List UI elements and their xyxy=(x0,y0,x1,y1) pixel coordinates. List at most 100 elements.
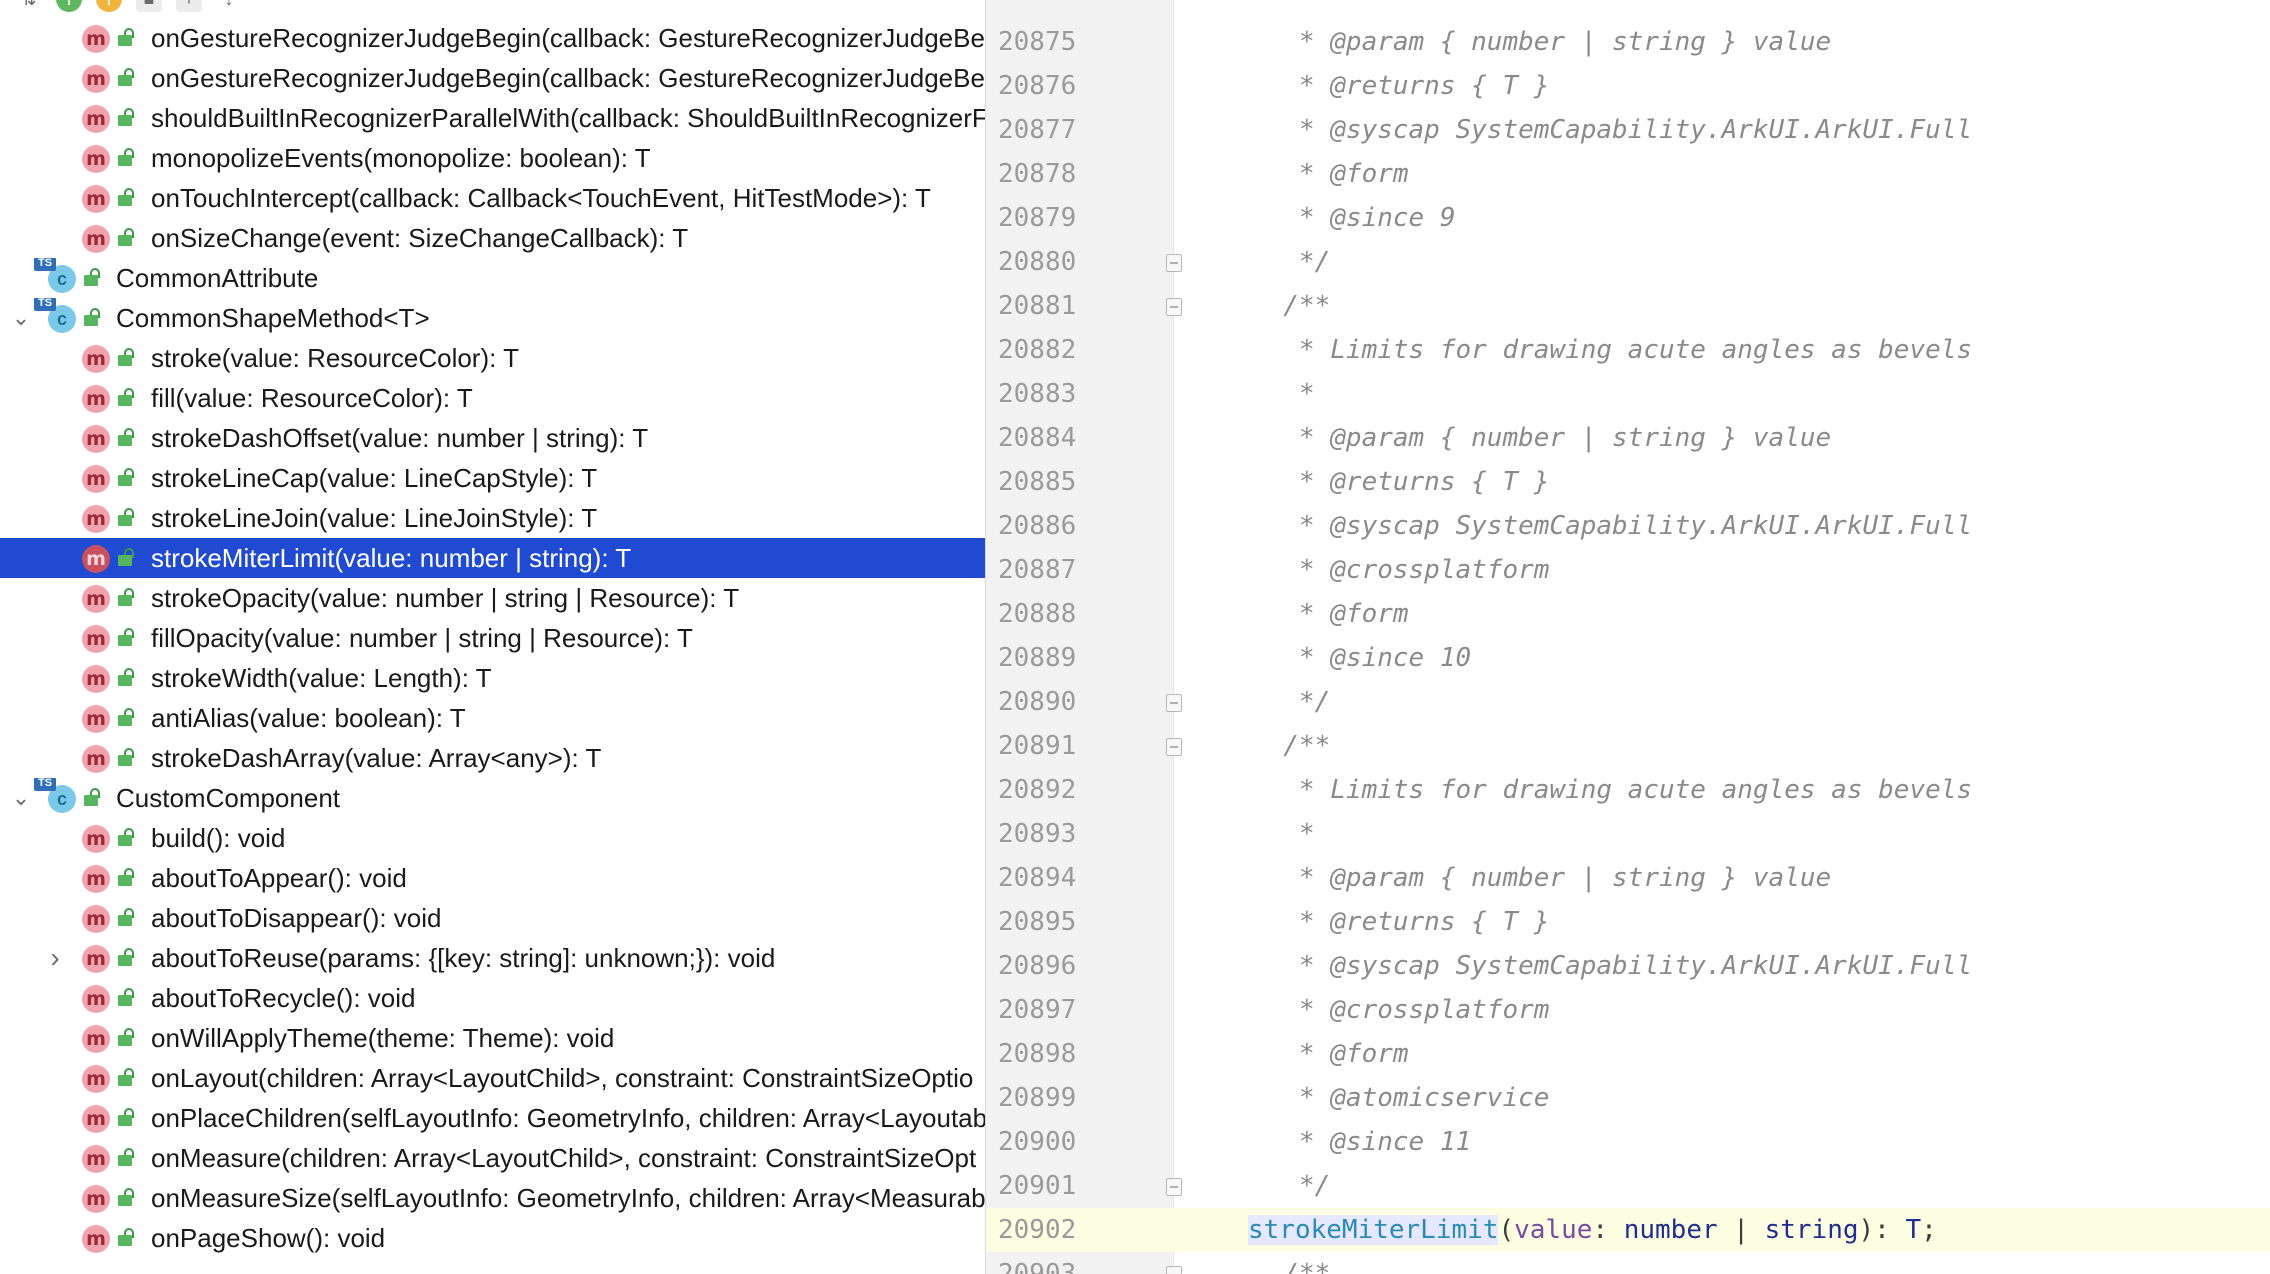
tree-method-node[interactable]: m onWillApplyTheme(theme: Theme): void xyxy=(0,1018,985,1058)
code-line[interactable]: 20891 /** xyxy=(986,724,2270,768)
orange-badge-icon[interactable]: f xyxy=(96,0,122,12)
public-lock-icon xyxy=(84,788,100,806)
line-number: 20883 xyxy=(998,379,1077,409)
chevron-down-icon[interactable]: ⌄ xyxy=(9,778,33,818)
code-line[interactable]: 20893 * xyxy=(986,812,2270,856)
tree-method-node[interactable]: m strokeWidth(value: Length): T xyxy=(0,658,985,698)
code-line[interactable]: 20878 * @form xyxy=(986,152,2270,196)
code-comment: */ xyxy=(1252,1171,1331,1201)
plus-icon[interactable]: + xyxy=(176,0,202,12)
code-line[interactable]: 20887 * @crossplatform xyxy=(986,548,2270,592)
arrow-down-icon[interactable]: ↓ xyxy=(216,0,242,12)
green-badge-icon[interactable]: i xyxy=(56,0,82,12)
chevron-right-icon[interactable]: › xyxy=(43,938,67,978)
tree-method-node[interactable]: m monopolizeEvents(monopolize: boolean): … xyxy=(0,138,985,178)
code-line[interactable]: 20894 * @param { number | string } value xyxy=(986,856,2270,900)
tree-method-node[interactable]: m strokeDashOffset(value: number | string… xyxy=(0,418,985,458)
tree-class-node[interactable]: c TS CommonAttribute xyxy=(0,258,985,298)
code-line[interactable]: 20903 /** xyxy=(986,1252,2270,1274)
code-line[interactable]: 20880 */ xyxy=(986,240,2270,284)
stop-icon[interactable]: ■ xyxy=(136,0,162,12)
line-number: 20877 xyxy=(998,115,1077,145)
code-line[interactable]: 20902 strokeMiterLimit(value: number | st… xyxy=(986,1208,2270,1252)
tree-method-node[interactable]: › m aboutToReuse(params: {[key: string]: u… xyxy=(0,938,985,978)
code-line[interactable]: 20875 * @param { number | string } value xyxy=(986,20,2270,64)
tree-method-node[interactable]: m onPageShow(): void xyxy=(0,1218,985,1258)
code-line[interactable]: 20877 * @syscap SystemCapability.ArkUI.A… xyxy=(986,108,2270,152)
code-line[interactable]: 20901 */ xyxy=(986,1164,2270,1208)
tree-method-node[interactable]: m onMeasureSize(selfLayoutInfo: GeometryI… xyxy=(0,1178,985,1218)
fold-marker-icon[interactable] xyxy=(1166,1178,1182,1196)
line-number: 20895 xyxy=(998,907,1077,937)
class-ts-icon: c TS xyxy=(34,778,76,813)
line-number: 20891 xyxy=(998,731,1077,761)
tree-method-node[interactable]: m onGestureRecognizerJudgeBegin(callback:… xyxy=(0,58,985,98)
tree-node-label: CommonShapeMethod<T> xyxy=(116,303,430,333)
sort-icon[interactable]: ⇅ xyxy=(16,0,42,12)
code-line[interactable]: 20888 * @form xyxy=(986,592,2270,636)
code-line[interactable]: 20897 * @crossplatform xyxy=(986,988,2270,1032)
tree-method-node[interactable]: m onMeasure(children: Array<LayoutChild>,… xyxy=(0,1138,985,1178)
tree-method-node[interactable]: m strokeLineJoin(value: LineJoinStyle): T xyxy=(0,498,985,538)
fold-marker-icon[interactable] xyxy=(1166,254,1182,272)
code-line[interactable]: 20881 /** xyxy=(986,284,2270,328)
tree-method-node[interactable]: m build(): void xyxy=(0,818,985,858)
line-number: 20892 xyxy=(998,775,1077,805)
code-line[interactable]: 20889 * @since 10 xyxy=(986,636,2270,680)
method-icon: m xyxy=(82,1065,110,1093)
public-lock-icon xyxy=(118,188,134,206)
code-line[interactable]: 20879 * @since 9 xyxy=(986,196,2270,240)
tree-class-node[interactable]: ⌄ c TS CustomComponent xyxy=(0,778,985,818)
code-line[interactable]: 20883 * xyxy=(986,372,2270,416)
code-comment: * @syscap SystemCapability.ArkUI.ArkUI.F… xyxy=(1252,115,1973,145)
tree-method-node[interactable]: m onPlaceChildren(selfLayoutInfo: Geometr… xyxy=(0,1098,985,1138)
tree-method-node[interactable]: m onSizeChange(event: SizeChangeCallback)… xyxy=(0,218,985,258)
code-comment: * @form xyxy=(1252,1039,1409,1069)
code-line[interactable]: 20898 * @form xyxy=(986,1032,2270,1076)
code-line[interactable]: 20900 * @since 11 xyxy=(986,1120,2270,1164)
code-line[interactable]: 20876 * @returns { T } xyxy=(986,64,2270,108)
tree-method-node[interactable]: m fillOpacity(value: number | string | Re… xyxy=(0,618,985,658)
public-lock-icon xyxy=(118,548,134,566)
code-line[interactable]: 20895 * @returns { T } xyxy=(986,900,2270,944)
method-icon: m xyxy=(82,425,110,453)
tree-method-node[interactable]: m fill(value: ResourceColor): T xyxy=(0,378,985,418)
tree-method-node[interactable]: m strokeOpacity(value: number | string | … xyxy=(0,578,985,618)
code-line[interactable]: 20885 * @returns { T } xyxy=(986,460,2270,504)
fold-marker-icon[interactable] xyxy=(1166,738,1182,756)
code-line[interactable]: 20892 * Limits for drawing acute angles … xyxy=(986,768,2270,812)
tree-method-node[interactable]: m onGestureRecognizerJudgeBegin(callback:… xyxy=(0,18,985,58)
tree-method-node[interactable]: m onTouchIntercept(callback: Callback<Tou… xyxy=(0,178,985,218)
tree-node-label: stroke(value: ResourceColor): T xyxy=(151,343,519,373)
tree-method-node[interactable]: m stroke(value: ResourceColor): T xyxy=(0,338,985,378)
tree-method-node[interactable]: m antiAlias(value: boolean): T xyxy=(0,698,985,738)
colon: : xyxy=(1592,1215,1624,1245)
tree-node-label: strokeDashOffset(value: number | string)… xyxy=(151,423,649,453)
code-line[interactable]: 20884 * @param { number | string } value xyxy=(986,416,2270,460)
tree-node-label: antiAlias(value: boolean): T xyxy=(151,703,466,733)
tree-method-node[interactable]: m aboutToDisappear(): void xyxy=(0,898,985,938)
fold-marker-icon[interactable] xyxy=(1166,298,1182,316)
tree-method-node[interactable]: m strokeLineCap(value: LineCapStyle): T xyxy=(0,458,985,498)
public-lock-icon xyxy=(118,668,134,686)
tree-method-node[interactable]: m strokeMiterLimit(value: number | string… xyxy=(0,538,985,578)
fold-marker-icon[interactable] xyxy=(1166,1266,1182,1274)
method-icon: m xyxy=(82,1225,110,1253)
code-line[interactable]: 20899 * @atomicservice xyxy=(986,1076,2270,1120)
code-line[interactable]: 20896 * @syscap SystemCapability.ArkUI.A… xyxy=(986,944,2270,988)
fold-marker-icon[interactable] xyxy=(1166,694,1182,712)
code-line[interactable]: 20890 */ xyxy=(986,680,2270,724)
tree-method-node[interactable]: m onLayout(children: Array<LayoutChild>, … xyxy=(0,1058,985,1098)
public-lock-icon xyxy=(118,828,134,846)
tree-method-node[interactable]: m aboutToRecycle(): void xyxy=(0,978,985,1018)
method-icon: m xyxy=(82,905,110,933)
tree-method-node[interactable]: m strokeDashArray(value: Array<any>): T xyxy=(0,738,985,778)
tree-method-node[interactable]: m aboutToAppear(): void xyxy=(0,858,985,898)
chevron-down-icon[interactable]: ⌄ xyxy=(9,298,33,338)
code-line[interactable]: 20882 * Limits for drawing acute angles … xyxy=(986,328,2270,372)
tree-method-node[interactable]: m shouldBuiltInRecognizerParallelWith(cal… xyxy=(0,98,985,138)
code-editor[interactable]: 20875 * @param { number | string } value… xyxy=(986,0,2270,1274)
public-lock-icon xyxy=(84,308,100,326)
code-line[interactable]: 20886 * @syscap SystemCapability.ArkUI.A… xyxy=(986,504,2270,548)
tree-class-node[interactable]: ⌄ c TS CommonShapeMethod<T> xyxy=(0,298,985,338)
